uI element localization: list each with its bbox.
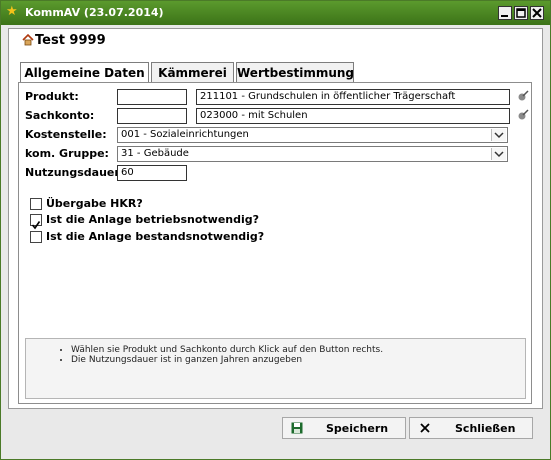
save-button[interactable]: Speichern [282,417,406,439]
sachkonto-code-field[interactable] [117,108,187,124]
app-window: ★ KommAV (23.07.2014) Test 9999 Allgemei… [0,0,551,460]
kostenstelle-label: Kostenstelle: [25,128,107,141]
checkbox-label: Übergabe HKR? [46,197,143,210]
info-item: Die Nutzungsdauer ist in ganzen Jahren a… [71,355,525,365]
checkbox-betriebsnotwendig[interactable] [30,214,42,230]
close-label: Schließen [455,422,516,435]
minimize-icon [501,15,508,17]
tab-kaemmerei[interactable]: Kämmerei [151,62,234,83]
checkbox-label: Ist die Anlage bestandsnotwendig? [46,230,265,243]
gruppe-select[interactable]: 31 - Gebäude [117,146,508,162]
checkmark-icon [31,221,41,230]
checkbox-label: Ist die Anlage betriebsnotwendig? [46,213,260,226]
chevron-down-icon[interactable] [491,129,506,141]
tab-wertbestimmung[interactable]: Wertbestimmung [236,62,354,83]
maximize-button[interactable] [514,6,528,20]
kostenstelle-value: 001 - Sozialeinrichtungen [121,129,249,140]
produkt-field[interactable]: 211101 - Grundschulen in öffentlicher Tr… [196,89,510,105]
tab-allgemeine-daten[interactable]: Allgemeine Daten [20,62,149,83]
star-icon: ★ [6,4,18,19]
minimize-button[interactable] [498,6,512,20]
kostenstelle-select[interactable]: 001 - Sozialeinrichtungen [117,127,508,143]
picker-icon[interactable] [516,108,530,122]
nutzungsdauer-label: Nutzungsdauer: [25,166,125,179]
house-icon [22,34,34,46]
title-bar[interactable]: ★ KommAV (23.07.2014) [1,1,550,25]
close-icon [532,8,542,18]
checkbox-uebergabe-hkr[interactable] [30,198,42,210]
gruppe-value: 31 - Gebäude [121,148,189,159]
page-title: Test 9999 [35,33,106,48]
checkbox-bestandsnotwendig[interactable] [30,231,42,243]
produkt-code-field[interactable] [117,89,187,105]
info-item: Wählen sie Produkt und Sachkonto durch K… [71,345,525,355]
chevron-down-icon[interactable] [491,148,506,160]
close-button[interactable]: Schließen [409,417,533,439]
maximize-icon [516,8,526,18]
sachkonto-field[interactable]: 023000 - mit Schulen [196,108,510,124]
info-box: Wählen sie Produkt und Sachkonto durch K… [25,338,526,399]
nutzungsdauer-field[interactable]: 60 [117,165,187,181]
floppy-icon [291,422,303,434]
save-label: Speichern [326,422,389,435]
close-window-button[interactable] [530,6,544,20]
picker-icon[interactable] [516,89,530,103]
produkt-label: Produkt: [25,90,79,103]
window-title: KommAV (23.07.2014) [25,6,164,19]
sachkonto-label: Sachkonto: [25,109,95,122]
gruppe-label: kom. Gruppe: [25,147,109,160]
x-icon [420,423,430,433]
